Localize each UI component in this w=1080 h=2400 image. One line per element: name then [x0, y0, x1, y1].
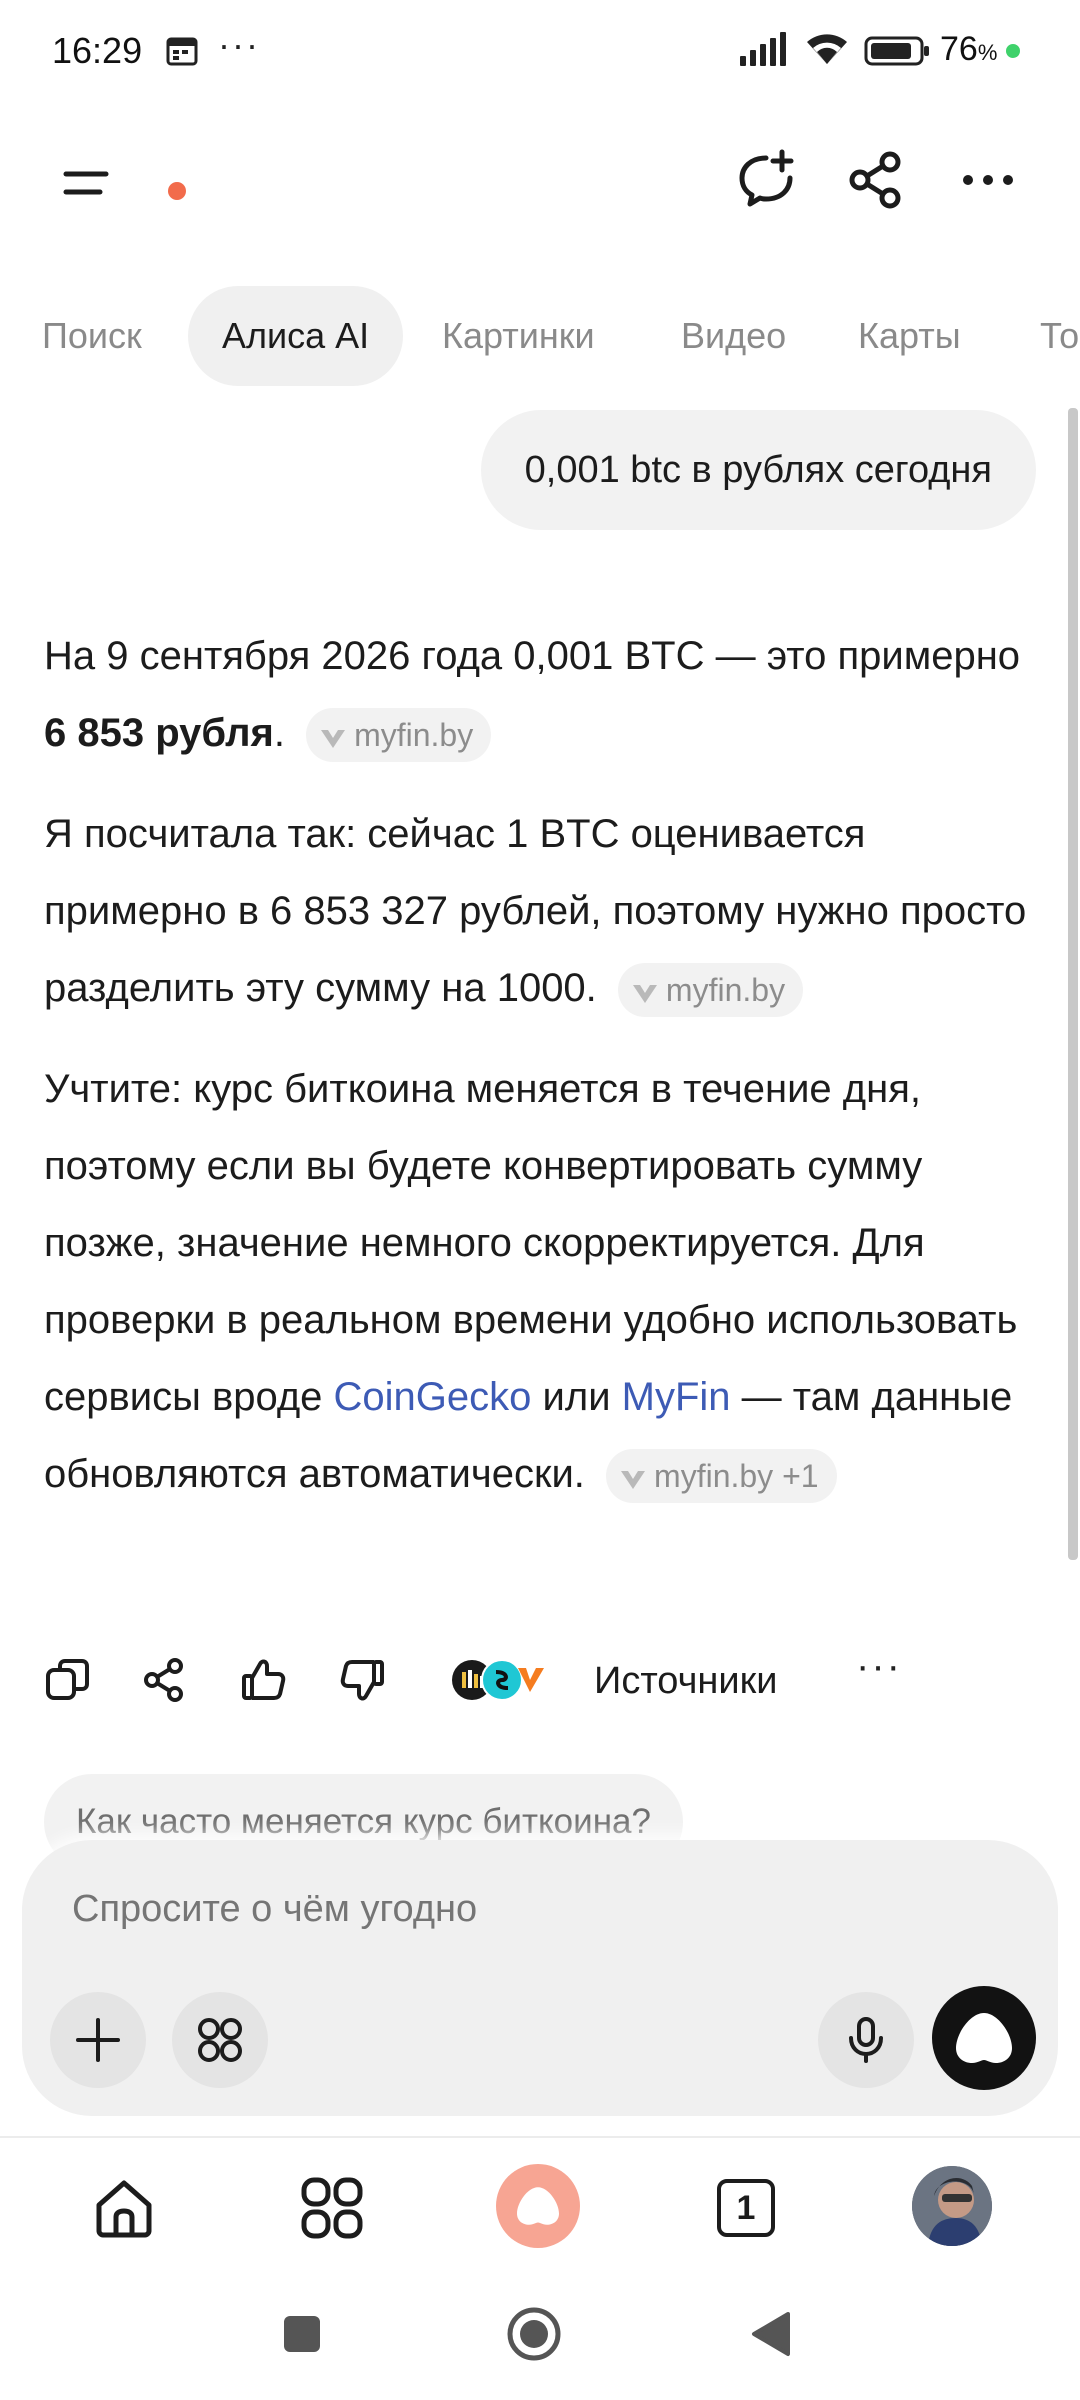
circle-home-icon [507, 2307, 561, 2361]
alice-icon [517, 2187, 559, 2225]
user-avatar-image [912, 2166, 992, 2246]
copy-button[interactable] [44, 1656, 92, 1704]
like-button[interactable] [240, 1656, 288, 1704]
tab-alice-ai[interactable]: Алиса AI [188, 286, 404, 386]
dislike-button[interactable] [338, 1656, 386, 1704]
chat-input-panel [22, 1840, 1058, 2116]
sources-label[interactable]: Источники [594, 1660, 777, 1703]
apps-grid-icon [198, 2018, 242, 2062]
source-favicons-icon [452, 1659, 544, 1701]
answer-more-button[interactable]: ··· [856, 1644, 902, 1689]
source-chip[interactable]: myfin.by +1 [606, 1449, 837, 1504]
answer-paragraph-1: На 9 сентября 2026 года 0,001 BTC — это … [44, 618, 1044, 772]
nav-home[interactable] [84, 2168, 164, 2248]
menu-button[interactable] [56, 152, 186, 212]
tab-count-badge: 1 [717, 2179, 775, 2237]
nav-services[interactable] [292, 2168, 372, 2248]
answer-paragraph-2: Я посчитала так: сейчас 1 BTC оцениваетс… [44, 796, 1044, 1027]
wifi-icon [804, 30, 850, 71]
signal-icon [740, 32, 790, 71]
system-navigation [0, 2290, 1080, 2380]
sources-logos[interactable] [452, 1658, 548, 1702]
source-logo-icon [632, 985, 657, 1004]
more-icon [963, 175, 1013, 185]
alice-voice-button[interactable] [932, 1986, 1036, 2090]
answer-paragraph-3: Учтите: курс биткоина меняется в течение… [44, 1051, 1044, 1513]
online-dot [1006, 44, 1020, 58]
square-icon [284, 2316, 320, 2352]
thumbs-down-icon [340, 1660, 384, 1701]
top-toolbar [0, 130, 1080, 230]
myfin-link[interactable]: MyFin [622, 1375, 731, 1419]
tab-maps[interactable]: Карты [858, 286, 961, 386]
battery-percent: 76% [940, 30, 998, 68]
source-chip[interactable]: myfin.by [617, 963, 804, 1018]
share-icon [849, 151, 901, 209]
answer-highlight: 6 853 рубля [44, 711, 274, 755]
battery-icon [864, 36, 930, 71]
attach-button[interactable] [50, 1992, 146, 2088]
back-triangle-icon [752, 2312, 790, 2356]
tab-more[interactable]: То [1040, 286, 1079, 386]
home-system-button[interactable] [506, 2306, 562, 2362]
user-query-bubble: 0,001 btc в рублях сегодня [480, 410, 1036, 530]
source-chip[interactable]: myfin.by [306, 708, 492, 763]
recents-button[interactable] [282, 2314, 322, 2354]
source-logo-icon [621, 1471, 646, 1490]
calendar-icon [166, 36, 198, 71]
source-logo-icon [321, 730, 346, 749]
assistant-answer: На 9 сентября 2026 года 0,001 BTC — это … [44, 618, 1044, 1537]
microphone-button[interactable] [818, 1992, 914, 2088]
notification-dot [168, 182, 186, 200]
avatar[interactable] [912, 2166, 992, 2246]
coingecko-link[interactable]: CoinGecko [334, 1375, 532, 1419]
services-grid-icon [301, 2177, 363, 2239]
tab-search[interactable]: Поиск [42, 286, 142, 386]
search-tabs: Поиск Алиса AI Картинки Видео Карты То [0, 286, 1080, 386]
menu-icon [63, 171, 109, 195]
home-icon [96, 2180, 152, 2238]
status-time: 16:29 [52, 30, 143, 71]
status-more-icon: ··· [218, 24, 260, 65]
new-chat-icon [739, 149, 794, 207]
scrollbar[interactable] [1068, 408, 1078, 1560]
new-chat-button[interactable] [734, 148, 798, 212]
share-button[interactable] [844, 148, 908, 212]
thumbs-up-icon [242, 1659, 286, 1700]
apps-button[interactable] [172, 1992, 268, 2088]
nav-tabs[interactable]: 1 [706, 2168, 786, 2248]
bottom-navigation: 1 [0, 2136, 1080, 2272]
more-options-button[interactable] [956, 148, 1020, 212]
back-button[interactable] [748, 2310, 792, 2358]
share-answer-button[interactable] [140, 1656, 188, 1704]
copy-icon [46, 1659, 89, 1700]
microphone-icon [849, 2017, 883, 2063]
tab-images[interactable]: Картинки [442, 286, 595, 386]
chat-input[interactable] [72, 1888, 872, 1931]
share-icon [144, 1658, 183, 1702]
alice-icon [956, 2013, 1012, 2063]
answer-actions: Источники ··· [0, 1644, 1080, 1716]
nav-alice[interactable] [496, 2164, 580, 2248]
status-bar: 16:29 ··· 76% [0, 0, 1080, 110]
tab-video[interactable]: Видео [681, 286, 786, 386]
plus-icon [76, 2018, 120, 2062]
